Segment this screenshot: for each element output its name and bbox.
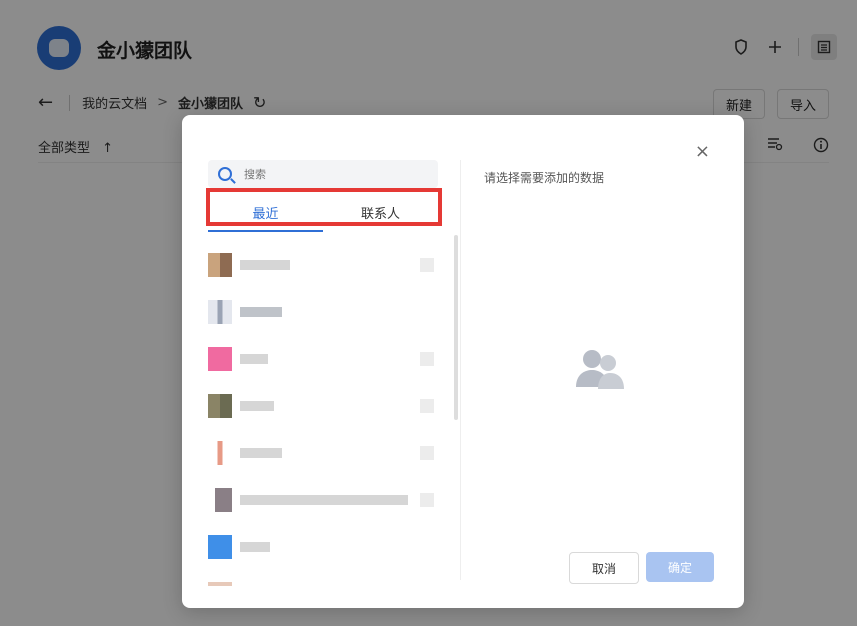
list-item[interactable]	[208, 241, 444, 288]
contact-name	[240, 306, 282, 317]
add-data-dialog: × 最近 联系人	[182, 115, 744, 608]
search-input[interactable]	[242, 166, 426, 182]
avatar	[208, 299, 232, 324]
search-box	[208, 160, 438, 188]
list-item[interactable]	[208, 335, 444, 382]
avatar	[208, 534, 232, 559]
list-item[interactable]	[208, 382, 444, 429]
contact-name	[240, 447, 282, 458]
scrollbar[interactable]	[454, 235, 458, 420]
contact-name	[240, 494, 408, 505]
contact-list	[208, 241, 444, 586]
confirm-button[interactable]: 确定	[646, 552, 714, 582]
list-item[interactable]	[208, 429, 444, 476]
avatar	[208, 440, 232, 465]
search-icon	[218, 167, 232, 181]
list-item[interactable]	[208, 570, 444, 586]
panel-divider	[460, 160, 461, 580]
contact-name	[240, 353, 268, 364]
avatar	[208, 346, 232, 371]
people-icon	[576, 350, 624, 389]
list-item[interactable]	[208, 476, 444, 523]
contact-name	[240, 259, 290, 270]
avatar	[208, 393, 232, 418]
avatar	[208, 252, 232, 277]
cancel-button[interactable]: 取消	[569, 552, 639, 584]
tabs-highlight-annotation	[206, 188, 442, 226]
list-item[interactable]	[208, 288, 444, 335]
list-item[interactable]	[208, 523, 444, 570]
avatar	[208, 581, 232, 586]
avatar	[208, 487, 232, 512]
contact-name	[240, 541, 270, 552]
contact-name	[240, 400, 274, 411]
selection-prompt: 请选择需要添加的数据	[484, 171, 605, 185]
close-icon[interactable]: ×	[695, 143, 710, 161]
